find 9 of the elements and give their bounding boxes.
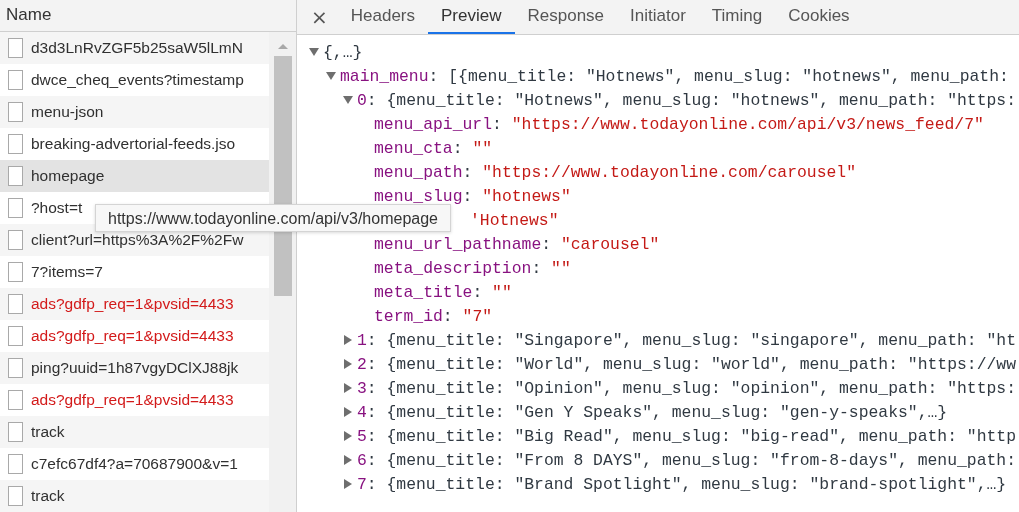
json-property: menu_cta: "" bbox=[374, 138, 493, 158]
tooltip: https://www.todayonline.com/api/v3/homepage bbox=[95, 204, 451, 232]
json-property: menu_slug: "hotnews" bbox=[374, 186, 571, 206]
json-property: menu_url_pathname: "carousel" bbox=[374, 234, 660, 254]
json-property: term_id: "7" bbox=[374, 306, 493, 326]
json-property: menu_api_url: "https://www.todayonline.com/api/v3/news_feed/7" bbox=[374, 114, 984, 134]
json-property: meta_description: "" bbox=[374, 258, 571, 278]
json-property: menu_path: "https://www.todayonline.com/carousel" bbox=[374, 162, 856, 182]
json-property: meta_title: "" bbox=[374, 282, 512, 302]
